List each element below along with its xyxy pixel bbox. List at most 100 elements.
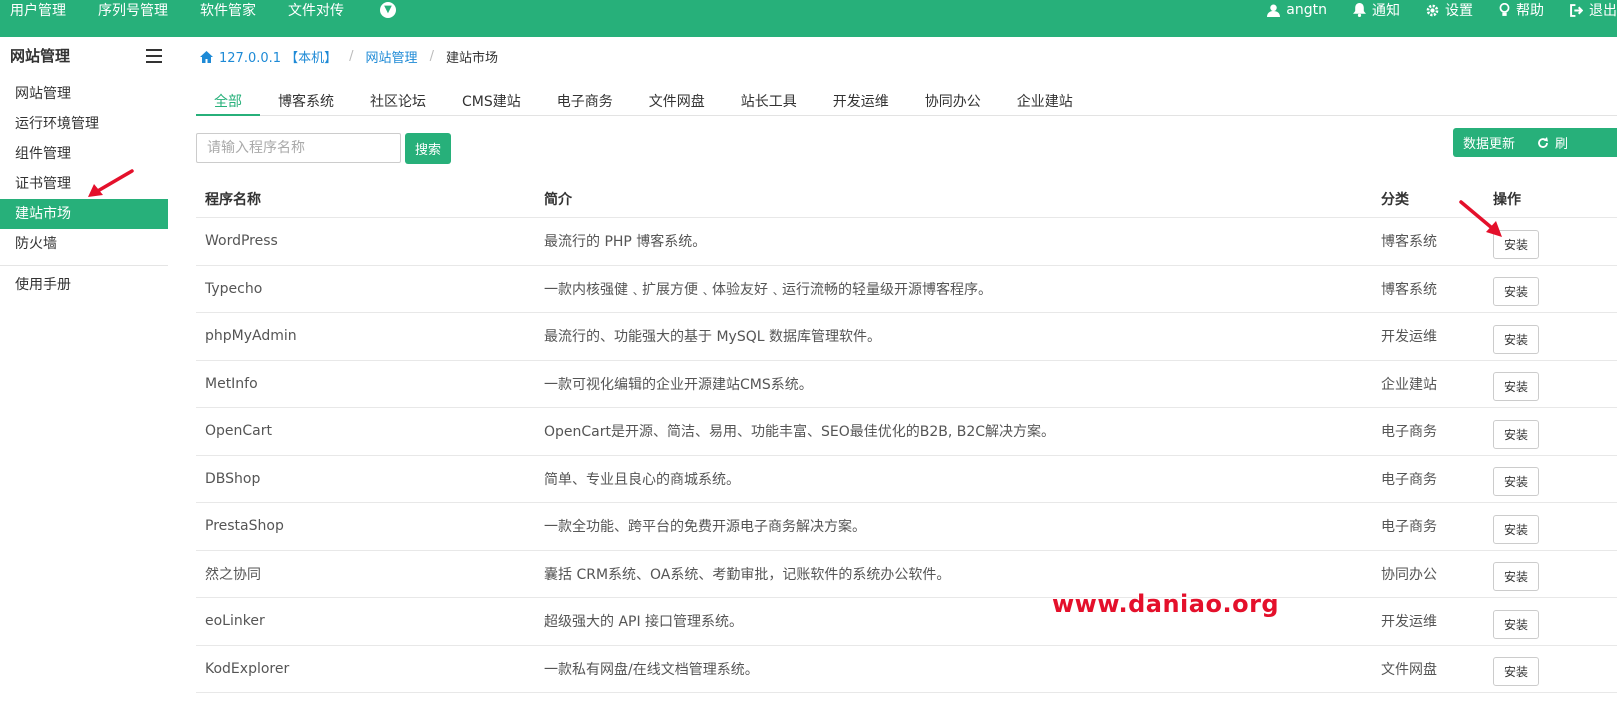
program-name: eoLinker bbox=[205, 613, 265, 630]
operation-cell: 安装 bbox=[1493, 224, 1617, 259]
program-name: phpMyAdmin bbox=[205, 328, 297, 345]
home-icon bbox=[200, 50, 213, 63]
program-name: WordPress bbox=[205, 233, 278, 250]
top-nav: 用户管理 序列号管理 软件管家 文件对传 ▼ bbox=[10, 0, 396, 20]
install-button[interactable]: 安装 bbox=[1493, 514, 1539, 544]
breadcrumb-section[interactable]: 网站管理 bbox=[366, 47, 418, 66]
program-description: 一款全功能、跨平台的免费开源电子商务解决方案。 bbox=[544, 519, 866, 536]
table-row: WordPress 最流行的 PHP 博客系统。 博客系统 安装 bbox=[196, 218, 1617, 266]
tab-webmaster-tools[interactable]: 站长工具 bbox=[723, 89, 815, 116]
table-row: Typecho 一款内核强健﹑扩展方便﹑体验友好﹑运行流畅的轻量级开源博客程序。 博… bbox=[196, 266, 1617, 313]
install-button[interactable]: 安装 bbox=[1493, 324, 1539, 354]
program-category: 电子商务 bbox=[1381, 519, 1437, 536]
header-desc: 简介 bbox=[544, 191, 572, 208]
user-icon bbox=[1267, 4, 1281, 17]
category-tabs: 全部 博客系统 社区论坛 CMS建站 电子商务 文件网盘 站长工具 开发运维 协… bbox=[196, 89, 1617, 116]
table-row: KodExplorer 一款私有网盘/在线文档管理系统。 文件网盘 安装 bbox=[196, 646, 1617, 693]
program-table: 程序名称 简介 分类 操作 WordPress 最流行的 PHP 博客系统。博客系… bbox=[196, 180, 1617, 693]
program-description: OpenCart是开源、简洁、易用、功能丰富、SEO最佳优化的B2B, B2C解… bbox=[544, 424, 1056, 441]
nav-user-management[interactable]: 用户管理 bbox=[10, 0, 66, 20]
operation-cell: 安装 bbox=[1493, 414, 1617, 449]
install-button[interactable]: 安装 bbox=[1493, 609, 1539, 639]
install-button[interactable]: 安装 bbox=[1493, 467, 1539, 497]
sidebar-item-firewall[interactable]: 防火墙 bbox=[0, 229, 168, 259]
install-button[interactable]: 安装 bbox=[1493, 562, 1539, 592]
notify-button[interactable]: 通知 bbox=[1353, 0, 1400, 20]
program-category: 开发运维 bbox=[1381, 614, 1437, 631]
breadcrumb-current: 建站市场 bbox=[445, 51, 498, 66]
top-bar: 用户管理 序列号管理 软件管家 文件对传 ▼ angtn 通知 设置 帮助 退出 bbox=[0, 0, 1617, 37]
program-category: 电子商务 bbox=[1381, 471, 1437, 488]
tab-all[interactable]: 全部 bbox=[196, 89, 260, 116]
program-name: OpenCart bbox=[205, 423, 272, 440]
sidebar-item-runtime-management[interactable]: 运行环境管理 bbox=[0, 109, 168, 139]
nav-serial-management[interactable]: 序列号管理 bbox=[98, 0, 168, 20]
data-update-button[interactable]: 数据更新 刷 bbox=[1453, 128, 1617, 157]
sidebar-item-certificate-management[interactable]: 证书管理 bbox=[0, 169, 168, 199]
program-description: 最流行的 PHP 博客系统。 bbox=[544, 234, 707, 251]
annotation-arrow-icon bbox=[88, 169, 134, 197]
header-operation: 操作 bbox=[1493, 191, 1521, 208]
tab-file-storage[interactable]: 文件网盘 bbox=[631, 89, 723, 116]
refresh-button[interactable]: 刷 bbox=[1537, 133, 1568, 152]
tab-forum[interactable]: 社区论坛 bbox=[352, 89, 444, 116]
refresh-label: 刷 bbox=[1555, 137, 1569, 152]
table-row: DBShop 简单、专业且良心的商城系统。 电子商务 安装 bbox=[196, 456, 1617, 503]
install-button[interactable]: 安装 bbox=[1493, 277, 1539, 307]
hamburger-menu-icon[interactable] bbox=[146, 48, 162, 63]
data-update-label: 数据更新 bbox=[1463, 137, 1516, 152]
header-name: 程序名称 bbox=[205, 191, 261, 208]
bell-icon bbox=[1353, 3, 1366, 17]
tab-cms[interactable]: CMS建站 bbox=[444, 89, 539, 116]
tab-collaboration[interactable]: 协同办公 bbox=[907, 89, 999, 116]
install-button[interactable]: 安装 bbox=[1493, 419, 1539, 449]
gear-icon bbox=[1426, 4, 1439, 16]
logout-label: 退出 bbox=[1589, 3, 1617, 19]
operation-cell: 安装 bbox=[1493, 556, 1617, 592]
sidebar-item-website-management[interactable]: 网站管理 bbox=[0, 79, 168, 109]
tab-ecommerce[interactable]: 电子商务 bbox=[539, 89, 631, 116]
nav-file-transfer[interactable]: 文件对传 bbox=[288, 0, 344, 20]
program-description: 最流行的、功能强大的基于 MySQL 数据库管理软件。 bbox=[544, 329, 881, 346]
sidebar-item-site-market[interactable]: 建站市场 bbox=[0, 199, 168, 229]
table-row: eoLinker 超级强大的 API 接口管理系统。 开发运维 安装 bbox=[196, 598, 1617, 646]
program-description: 简单、专业且良心的商城系统。 bbox=[544, 471, 740, 488]
program-category: 文件网盘 bbox=[1381, 661, 1437, 678]
program-name: MetInfo bbox=[205, 375, 258, 392]
user-menu[interactable]: angtn bbox=[1267, 2, 1327, 18]
tab-enterprise-site[interactable]: 企业建站 bbox=[999, 89, 1091, 116]
settings-button[interactable]: 设置 bbox=[1426, 0, 1473, 20]
sidebar-item-component-management[interactable]: 组件管理 bbox=[0, 139, 168, 169]
operation-cell: 安装 bbox=[1493, 651, 1617, 687]
table-row: OpenCart OpenCart是开源、简洁、易用、功能丰富、SEO最佳优化的B… bbox=[196, 408, 1617, 456]
table-row: PrestaShop 一款全功能、跨平台的免费开源电子商务解决方案。 电子商务 安装 bbox=[196, 503, 1617, 551]
program-name: PrestaShop bbox=[205, 518, 284, 535]
main-content: 127.0.0.1 【本机】 / 网站管理 / 建站市场 全部 博客系统 社区论… bbox=[196, 37, 1617, 716]
logout-button[interactable]: 退出 bbox=[1570, 0, 1617, 20]
operation-cell: 安装 bbox=[1493, 366, 1617, 402]
operation-cell: 安装 bbox=[1493, 461, 1617, 497]
nav-software-manager[interactable]: 软件管家 bbox=[200, 0, 256, 20]
install-button[interactable]: 安装 bbox=[1493, 372, 1539, 402]
chevron-down-icon[interactable]: ▼ bbox=[380, 2, 396, 18]
table-row: MetInfo 一款可视化编辑的企业开源建站CMS系统。 企业建站 安装 bbox=[196, 361, 1617, 408]
tab-blog[interactable]: 博客系统 bbox=[260, 89, 352, 116]
operation-cell: 安装 bbox=[1493, 271, 1617, 307]
program-category: 博客系统 bbox=[1381, 281, 1437, 298]
install-button[interactable]: 安装 bbox=[1493, 657, 1539, 687]
breadcrumb-host[interactable]: 127.0.0.1 【本机】 bbox=[219, 47, 337, 66]
program-category: 开发运维 bbox=[1381, 329, 1437, 346]
program-category: 协同办公 bbox=[1381, 566, 1437, 583]
operation-cell: 安装 bbox=[1493, 604, 1617, 639]
tab-devops[interactable]: 开发运维 bbox=[815, 89, 907, 116]
sidebar-divider bbox=[0, 265, 168, 266]
username: angtn bbox=[1286, 2, 1327, 18]
table-header: 程序名称 简介 分类 操作 bbox=[196, 180, 1617, 218]
breadcrumb-separator: / bbox=[349, 49, 354, 64]
search-button[interactable]: 搜索 bbox=[405, 133, 451, 164]
help-button[interactable]: 帮助 bbox=[1499, 0, 1544, 20]
search-input[interactable] bbox=[196, 133, 401, 163]
sidebar-item-manual[interactable]: 使用手册 bbox=[0, 270, 168, 300]
notify-label: 通知 bbox=[1372, 3, 1400, 19]
program-description: 一款可视化编辑的企业开源建站CMS系统。 bbox=[544, 376, 813, 393]
